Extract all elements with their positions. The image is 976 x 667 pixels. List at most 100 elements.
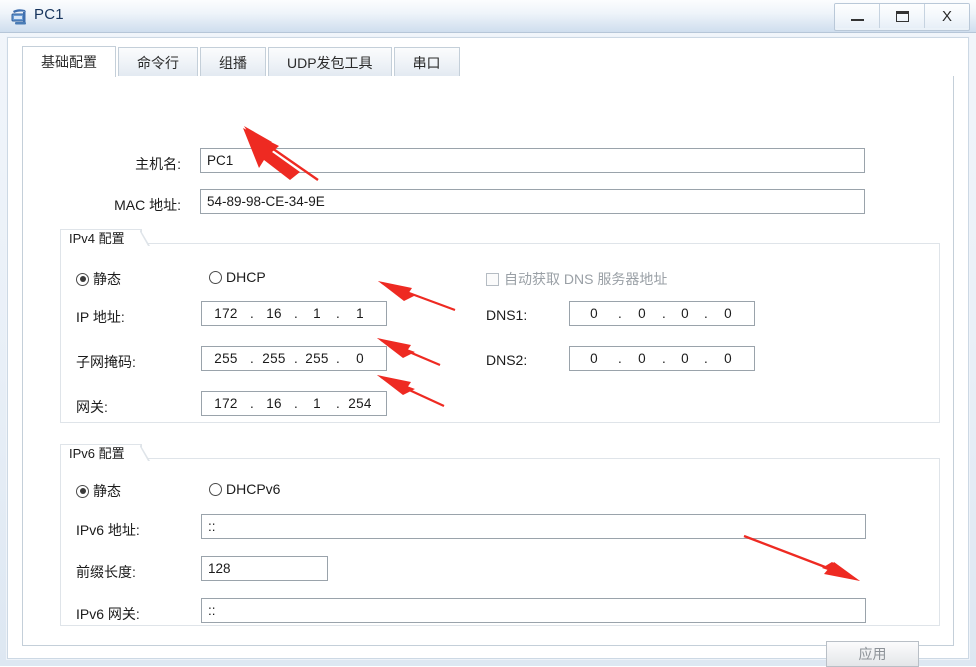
client-area: 基础配置 命令行 组播 UDP发包工具 串口 主机名: PC1 MAC 地址: bbox=[7, 37, 969, 667]
dot: . bbox=[335, 396, 341, 411]
ipv4-gateway-label: 网关: bbox=[76, 399, 108, 415]
apply-button[interactable]: 应用 bbox=[826, 641, 919, 667]
octet: 0 bbox=[590, 306, 598, 321]
radio-dot-icon bbox=[76, 484, 89, 498]
minimize-button[interactable] bbox=[835, 4, 880, 28]
ipv6-group-title: IPv6 配置 bbox=[60, 444, 150, 461]
dot: . bbox=[661, 351, 667, 366]
apply-label: 应用 bbox=[858, 646, 887, 662]
hostname-value: PC1 bbox=[207, 153, 234, 168]
ipv6-gateway-field[interactable]: :: bbox=[201, 598, 866, 623]
tab-basic-config[interactable]: 基础配置 bbox=[22, 46, 116, 78]
dot: . bbox=[293, 396, 299, 411]
octet: 255 bbox=[305, 351, 329, 366]
octet: 0 bbox=[356, 351, 364, 366]
octet: 0 bbox=[638, 306, 646, 321]
ipv4-config-group: IPv4 配置 静态 DHCP 自动获取 DNS 服务器地址 IP 地址: 17… bbox=[60, 229, 940, 423]
hostname-label: 主机名: bbox=[135, 156, 181, 172]
tab-udp-tool[interactable]: UDP发包工具 bbox=[268, 47, 392, 77]
window-controls: X bbox=[834, 3, 970, 31]
ipv6-gateway-value: :: bbox=[208, 603, 216, 618]
ipv4-ip-field[interactable]: 172 . 16 . 1 . 1 bbox=[201, 301, 387, 326]
ipv6-prefix-value: 128 bbox=[208, 561, 231, 576]
ipv6-config-group: IPv6 配置 静态 DHCPv6 IPv6 地址: :: 前缀长度: 128 bbox=[60, 444, 940, 626]
octet: 255 bbox=[214, 351, 238, 366]
minimize-icon bbox=[850, 18, 864, 21]
maximize-button[interactable] bbox=[880, 4, 925, 28]
dot: . bbox=[703, 306, 709, 321]
tab-command-line[interactable]: 命令行 bbox=[118, 47, 198, 77]
ipv6-prefix-field[interactable]: 128 bbox=[201, 556, 328, 581]
ipv6-prefix-label: 前缀长度: bbox=[76, 564, 136, 580]
ipv4-gateway-field[interactable]: 172 . 16 . 1 . 254 bbox=[201, 391, 387, 416]
radio-dot-icon bbox=[76, 272, 89, 286]
dns1-label: DNS1: bbox=[486, 307, 528, 323]
ipv4-static-radio[interactable]: 静态 bbox=[76, 269, 121, 289]
octet: 0 bbox=[681, 351, 689, 366]
ipv6-address-value: :: bbox=[208, 519, 216, 534]
dot: . bbox=[335, 351, 341, 366]
tab-label: 组播 bbox=[219, 54, 247, 71]
mac-address-value: 54-89-98-CE-34-9E bbox=[207, 194, 325, 209]
octet: 16 bbox=[266, 396, 282, 411]
hostname-field[interactable]: PC1 bbox=[200, 148, 865, 173]
dns2-label: DNS2: bbox=[486, 352, 528, 368]
dot: . bbox=[249, 351, 255, 366]
tab-serial-port[interactable]: 串口 bbox=[393, 47, 460, 77]
octet: 0 bbox=[681, 306, 689, 321]
ipv4-group-title: IPv4 配置 bbox=[60, 229, 150, 246]
pc-config-window: PC1 X 基础配置 命令行 组播 UDP发包工具 串口 主机名: PC1 MA… bbox=[0, 0, 976, 667]
ipv6-static-radio[interactable]: 静态 bbox=[76, 481, 121, 501]
octet: 1 bbox=[313, 306, 321, 321]
dot: . bbox=[335, 306, 341, 321]
tab-multicast[interactable]: 组播 bbox=[200, 47, 266, 77]
window-title: PC1 bbox=[34, 6, 64, 23]
ipv4-ip-label: IP 地址: bbox=[76, 309, 125, 325]
octet: 0 bbox=[724, 351, 732, 366]
basic-config-page: 主机名: PC1 MAC 地址: 54-89-98-CE-34-9E IPv4 … bbox=[22, 76, 954, 667]
maximize-icon bbox=[895, 10, 909, 22]
ipv6-gateway-label: IPv6 网关: bbox=[76, 606, 140, 622]
dot: . bbox=[293, 351, 299, 366]
tab-label: 命令行 bbox=[137, 54, 179, 71]
octet: 1 bbox=[356, 306, 364, 321]
dot: . bbox=[617, 351, 623, 366]
dns-auto-checkbox[interactable]: 自动获取 DNS 服务器地址 bbox=[486, 269, 667, 289]
tab-label: 串口 bbox=[412, 54, 441, 71]
dot: . bbox=[703, 351, 709, 366]
mac-address-field[interactable]: 54-89-98-CE-34-9E bbox=[200, 189, 865, 214]
ipv6-address-label: IPv6 地址: bbox=[76, 522, 140, 538]
ipv6-address-field[interactable]: :: bbox=[201, 514, 866, 539]
octet: 1 bbox=[313, 396, 321, 411]
dot: . bbox=[249, 306, 255, 321]
tab-label: 基础配置 bbox=[41, 54, 97, 70]
tab-strip: 基础配置 命令行 组播 UDP发包工具 串口 bbox=[22, 46, 954, 78]
ipv6-dhcpv6-radio[interactable]: DHCPv6 bbox=[209, 481, 280, 497]
checkbox-icon bbox=[486, 272, 499, 286]
octet: 0 bbox=[724, 306, 732, 321]
tab-label: UDP发包工具 bbox=[287, 54, 373, 71]
octet: 0 bbox=[590, 351, 598, 366]
ipv4-mask-label: 子网掩码: bbox=[76, 354, 136, 370]
ipv4-mask-field[interactable]: 255 . 255 . 255 . 0 bbox=[201, 346, 387, 371]
mac-address-label: MAC 地址: bbox=[114, 197, 181, 213]
dot: . bbox=[661, 306, 667, 321]
octet: 172 bbox=[214, 396, 238, 411]
title-bar: PC1 X bbox=[0, 0, 976, 33]
octet: 254 bbox=[348, 396, 372, 411]
radio-dot-icon bbox=[209, 270, 222, 284]
dns1-field[interactable]: 0 . 0 . 0 . 0 bbox=[569, 301, 755, 326]
radio-dot-icon bbox=[209, 482, 222, 496]
dot: . bbox=[293, 306, 299, 321]
dot: . bbox=[249, 396, 255, 411]
octet: 172 bbox=[214, 306, 238, 321]
octet: 16 bbox=[266, 306, 282, 321]
close-button[interactable]: X bbox=[925, 4, 969, 28]
pc-device-icon bbox=[10, 7, 30, 26]
dns2-field[interactable]: 0 . 0 . 0 . 0 bbox=[569, 346, 755, 371]
close-icon: X bbox=[941, 7, 952, 25]
ipv4-dhcp-radio[interactable]: DHCP bbox=[209, 269, 266, 285]
dot: . bbox=[617, 306, 623, 321]
octet: 255 bbox=[262, 351, 286, 366]
octet: 0 bbox=[638, 351, 646, 366]
